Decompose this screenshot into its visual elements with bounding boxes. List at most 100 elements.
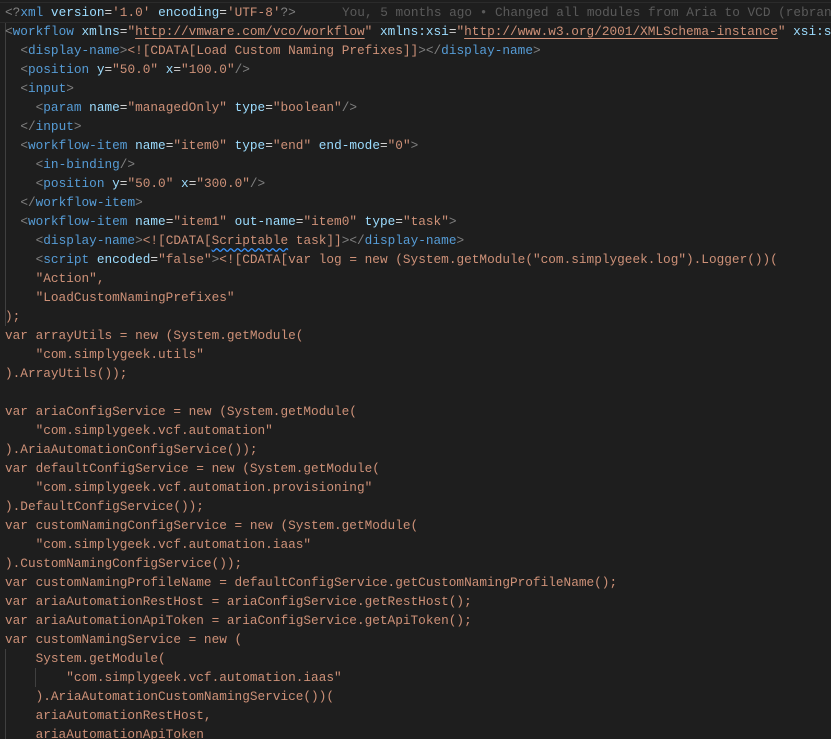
punctuation-token: >: [448, 214, 457, 229]
tag-name-token: position: [27, 62, 90, 77]
cdata-text-token: var ariaAutomationApiToken = ariaConfigS…: [5, 613, 472, 628]
cdata-text-token: "com.simplygeek.vcf.automation.iaas": [5, 537, 312, 552]
code-line[interactable]: ).ArrayUtils());: [5, 364, 831, 383]
tag-name-token: script: [43, 252, 90, 267]
operator-token: =: [395, 214, 403, 229]
code-line[interactable]: "com.simplygeek.utils": [5, 345, 831, 364]
code-line[interactable]: <workflow xmlns="http://vmware.com/vco/w…: [5, 22, 831, 41]
code-editor[interactable]: <?xml version='1.0' encoding='UTF-8'?> Yo…: [0, 0, 831, 739]
attribute-name-token: type: [226, 138, 266, 153]
punctuation-token: <: [20, 81, 28, 96]
string-token: "boolean": [272, 100, 342, 115]
punctuation-token: <: [20, 138, 28, 153]
code-line[interactable]: <script encoded="false"><![CDATA[var log…: [5, 250, 831, 269]
string-token: "managedOnly": [127, 100, 227, 115]
code-line[interactable]: );: [5, 307, 831, 326]
code-line[interactable]: var customNamingConfigService = new (Sys…: [5, 516, 831, 535]
code-line[interactable]: System.getModule(: [5, 649, 831, 668]
code-line[interactable]: <position y="50.0" x="100.0"/>: [5, 60, 831, 79]
string-token: ": [127, 24, 136, 39]
code-line[interactable]: <display-name><![CDATA[Scriptable task]]…: [5, 231, 831, 250]
code-line[interactable]: </input>: [5, 117, 831, 136]
cdata-text-token: "LoadCustomNamingPrefixes": [5, 290, 235, 305]
punctuation-token: />: [119, 157, 136, 172]
tag-name-token: param: [43, 100, 82, 115]
attribute-name-token: type: [226, 100, 266, 115]
code-line[interactable]: "com.simplygeek.vcf.automation.iaas": [5, 668, 831, 687]
git-blame-annotation[interactable]: You, 5 months ago • Changed all modules …: [342, 3, 831, 22]
code-line[interactable]: "com.simplygeek.vcf.automation.iaas": [5, 535, 831, 554]
operator-token: =: [173, 62, 182, 77]
cdata-text-token: var ariaConfigService = new (System.getM…: [5, 404, 357, 419]
cdata-text-token: "com.simplygeek.utils": [5, 347, 204, 362]
cdata-text-token: var ariaAutomationRestHost = ariaConfigS…: [5, 594, 472, 609]
punctuation-token: ></: [341, 233, 365, 248]
code-line[interactable]: var customNamingProfileName = defaultCon…: [5, 573, 831, 592]
code-line[interactable]: "Action",: [5, 269, 831, 288]
punctuation-token: <: [20, 62, 28, 77]
code-line[interactable]: [5, 383, 831, 402]
code-line[interactable]: "com.simplygeek.vcf.automation": [5, 421, 831, 440]
string-token: 'UTF-8': [226, 5, 281, 20]
code-line[interactable]: <position y="50.0" x="300.0"/>: [5, 174, 831, 193]
tag-name-token: input: [35, 119, 74, 134]
operator-token: =: [104, 5, 113, 20]
cdata-text-token: <![CDATA[var log = new (System.getModule…: [219, 252, 778, 267]
code-line[interactable]: <display-name><![CDATA[Load Custom Namin…: [5, 41, 831, 60]
code-lines: <?xml version='1.0' encoding='UTF-8'?> Yo…: [0, 2, 831, 739]
punctuation-token: <?: [5, 5, 21, 20]
code-line[interactable]: </workflow-item>: [5, 193, 831, 212]
attribute-name-token: xsi:schemaLocation: [793, 24, 831, 39]
code-line[interactable]: ariaAutomationRestHost,: [5, 706, 831, 725]
tag-name-token: display-name: [27, 43, 120, 58]
string-token: "50.0": [127, 176, 174, 191]
code-line[interactable]: <input>: [5, 79, 831, 98]
cdata-text-token: );: [5, 309, 21, 324]
code-line[interactable]: "LoadCustomNamingPrefixes": [5, 288, 831, 307]
code-line[interactable]: ).AriaAutomationCustomNamingService())(: [5, 687, 831, 706]
attribute-name-token: end-mode: [311, 138, 380, 153]
attribute-name-token: x: [158, 62, 174, 77]
attribute-name-token: xmlns:xsi: [372, 24, 449, 39]
tag-name-token: display-name: [43, 233, 136, 248]
cdata-text-token: task]]: [288, 233, 342, 248]
punctuation-token: <: [20, 214, 28, 229]
operator-token: [5, 81, 20, 96]
operator-token: =: [104, 62, 113, 77]
code-line[interactable]: ).CustomNamingConfigService());: [5, 554, 831, 573]
code-line[interactable]: <in-binding/>: [5, 155, 831, 174]
operator-token: [5, 252, 36, 267]
operator-token: [5, 176, 36, 191]
tag-name-token: xml: [20, 5, 44, 20]
operator-token: [5, 43, 20, 58]
punctuation-token: />: [249, 176, 266, 191]
tag-name-token: workflow: [12, 24, 74, 39]
code-line[interactable]: var arrayUtils = new (System.getModule(: [5, 326, 831, 345]
attribute-name-token: type: [357, 214, 396, 229]
code-line[interactable]: <?xml version='1.0' encoding='UTF-8'?> Yo…: [0, 2, 831, 23]
code-line[interactable]: var ariaAutomationApiToken = ariaConfigS…: [5, 611, 831, 630]
code-line[interactable]: <workflow-item name="item1" out-name="it…: [5, 212, 831, 231]
code-line[interactable]: ).AriaAutomationConfigService());: [5, 440, 831, 459]
attribute-name-token: encoded: [89, 252, 151, 267]
code-line[interactable]: ).DefaultConfigService());: [5, 497, 831, 516]
punctuation-token: >: [456, 233, 465, 248]
cdata-text-token: ).ArrayUtils());: [5, 366, 128, 381]
code-line[interactable]: <param name="managedOnly" type="boolean"…: [5, 98, 831, 117]
operator-token: [5, 62, 20, 77]
attribute-name-token: xmlns: [73, 24, 120, 39]
string-token: "task": [402, 214, 449, 229]
code-line[interactable]: var customNamingService = new (: [5, 630, 831, 649]
attribute-name-token: y: [104, 176, 120, 191]
punctuation-token: >: [410, 138, 419, 153]
code-line[interactable]: var ariaConfigService = new (System.getM…: [5, 402, 831, 421]
code-line[interactable]: var defaultConfigService = new (System.g…: [5, 459, 831, 478]
code-line[interactable]: ariaAutomationApiToken: [5, 725, 831, 739]
attribute-name-token: name: [81, 100, 120, 115]
code-line[interactable]: <workflow-item name="item0" type="end" e…: [5, 136, 831, 155]
attribute-name-token: name: [127, 138, 166, 153]
cdata-text-token: "com.simplygeek.vcf.automation.provision…: [5, 480, 373, 495]
code-line[interactable]: "com.simplygeek.vcf.automation.provision…: [5, 478, 831, 497]
string-token: "end": [272, 138, 312, 153]
code-line[interactable]: var ariaAutomationRestHost = ariaConfigS…: [5, 592, 831, 611]
